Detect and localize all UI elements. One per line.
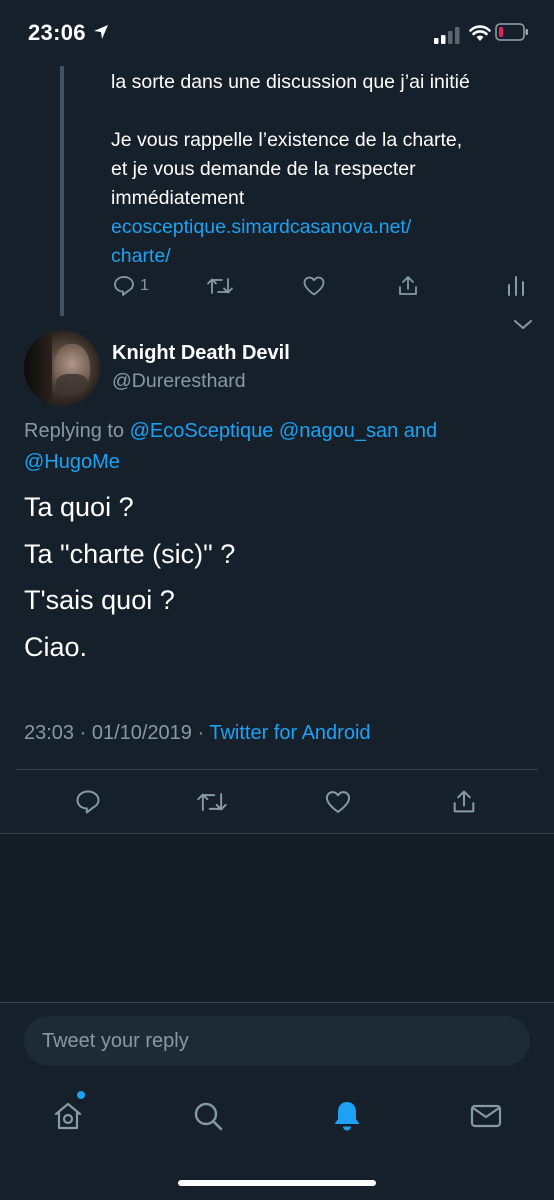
home-indicator[interactable] [178,1180,376,1186]
tab-search[interactable] [188,1096,228,1136]
reply-bar [0,1003,554,1080]
replying-prefix: Replying to [24,420,125,442]
previous-reply-count: 1 [140,277,149,294]
mention-nagou-san[interactable]: @nagou_san [279,420,398,442]
previous-share-button[interactable] [396,272,420,300]
previous-retweet-button[interactable] [206,272,234,300]
location-arrow-icon [94,25,108,39]
tweet-timestamp: 23:03 · 01/10/2019 · [24,722,205,744]
tab-home[interactable] [48,1096,88,1136]
tweet-reply-input[interactable] [24,1016,530,1066]
tweet-line: T'sais quoi ? [24,585,175,615]
search-icon [194,1102,223,1131]
previous-analytics-button[interactable] [506,272,526,300]
avatar[interactable] [24,330,100,406]
retweet-button[interactable] [196,782,228,822]
empty-replies-area [0,834,554,1002]
tweet-line: Ciao. [24,631,88,662]
reply-button[interactable] [74,782,102,822]
divider [16,769,538,770]
like-icon [325,791,351,813]
share-icon [399,276,417,295]
reply-icon [76,790,100,814]
analytics-icon [508,276,524,296]
previous-tweet-line: et je vous demande de la respecter [111,158,416,180]
retweet-icon [197,793,227,811]
tweet-line: Ta "charte (sic)" ? [24,538,236,569]
share-icon [453,790,475,813]
previous-tweet-line: Je vous rappelle l’existence de la chart… [111,129,463,151]
cellular-signal-icon [434,27,460,44]
previous-tweet-line: la sorte dans une discussion que j’ai in… [111,71,470,93]
tweet-author: Knight Death Devil @Dureresthard [0,330,554,410]
messages-icon [470,1104,502,1128]
tab-messages[interactable] [466,1096,506,1136]
previous-like-button[interactable] [302,272,326,300]
retweet-icon [207,278,233,294]
battery-low-icon [495,23,528,41]
tweet-source[interactable]: Twitter for Android [209,722,370,744]
previous-tweet-actions: 1 [0,272,554,308]
previous-reply-button[interactable]: 1 [112,272,149,300]
status-bar: 23:06 [0,0,554,66]
home-notification-dot [77,1091,85,1099]
reply-icon [114,276,134,296]
wifi-icon [469,25,491,41]
tweet-body: Ta quoi ? Ta "charte (sic)" ? T'sais quo… [24,484,235,670]
tweet-actions [0,782,554,822]
replying-to: Replying to @EcoSceptique @nagou_san and… [24,416,534,478]
previous-tweet[interactable]: la sorte dans une discussion que j’ai in… [0,66,554,318]
author-handle[interactable]: @Dureresthard [112,370,246,393]
charte-link-continued[interactable]: charte/ [111,242,541,271]
mention-hugome[interactable]: @HugoMe [24,451,120,473]
charte-link[interactable]: ecosceptique.simardcasanova.net/ [111,213,541,242]
mention-ecosceptique[interactable]: @EcoSceptique [130,420,274,442]
tweet-line: Ta quoi ? [24,492,134,522]
share-button[interactable] [450,782,478,822]
home-icon [54,1102,82,1130]
like-button[interactable] [324,782,352,822]
previous-tweet-line: immédiatement [111,187,245,209]
tweet-meta: 23:03 · 01/10/2019 · Twitter for Android [24,722,371,745]
previous-tweet-text: la sorte dans une discussion que j’ai in… [111,68,541,271]
tab-notifications[interactable] [327,1096,367,1136]
notifications-icon [334,1102,360,1131]
author-name[interactable]: Knight Death Devil [112,342,290,365]
like-icon [303,276,325,296]
status-time: 23:06 [28,20,86,45]
replying-and[interactable]: and [404,420,437,442]
